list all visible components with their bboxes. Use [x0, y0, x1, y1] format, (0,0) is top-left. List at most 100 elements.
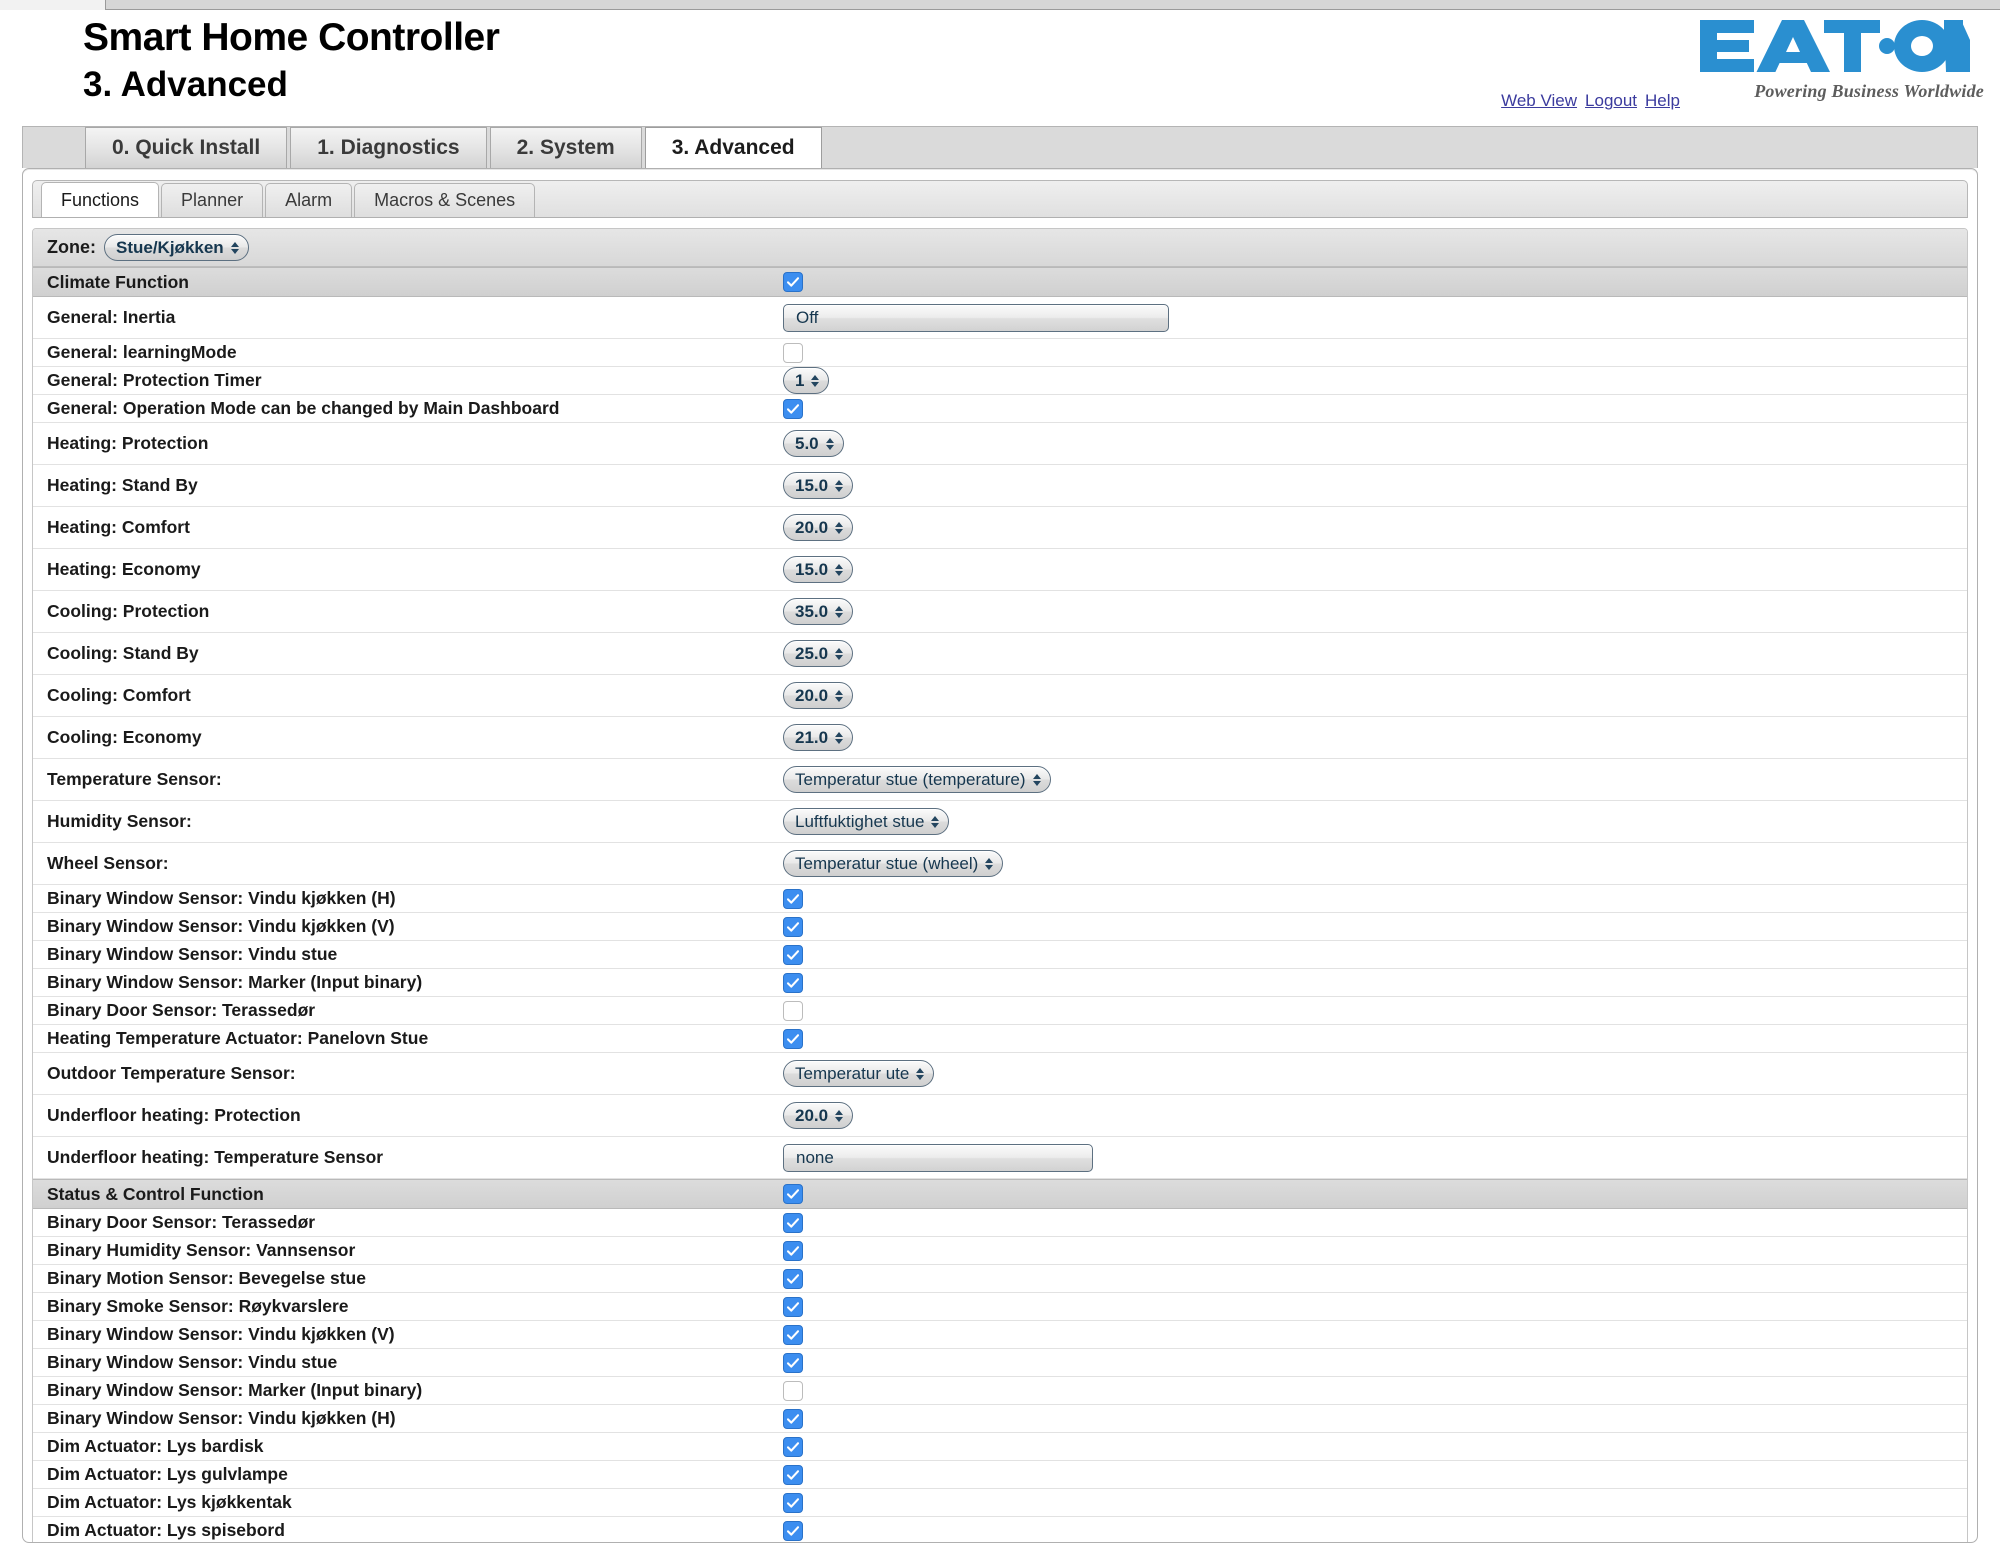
row-select[interactable]: 1	[783, 367, 830, 394]
row-select[interactable]: 20.0	[783, 514, 854, 541]
row-checkbox[interactable]	[783, 1296, 803, 1317]
row-checkbox[interactable]	[783, 1408, 803, 1429]
settings-row-label: Binary Window Sensor: Marker (Input bina…	[47, 1380, 423, 1400]
check-icon	[786, 1217, 800, 1228]
app-title: Smart Home Controller	[83, 16, 500, 59]
settings-row-control	[783, 1296, 1967, 1317]
primary-tab-1[interactable]: 1. Diagnostics	[290, 127, 487, 168]
chevron-updown-icon	[835, 605, 844, 618]
settings-row-control	[783, 1240, 1967, 1261]
row-select-value: 15.0	[795, 475, 829, 495]
row-checkbox[interactable]	[783, 1436, 803, 1457]
row-wide-select[interactable]: none	[783, 1143, 1093, 1172]
row-select[interactable]: 21.0	[783, 724, 854, 751]
row-select[interactable]: Temperatur ute	[783, 1060, 935, 1087]
primary-tab-2[interactable]: 2. System	[489, 127, 642, 168]
settings-row-control	[783, 1380, 1967, 1401]
settings-row-label: Dim Actuator: Lys kjøkkentak	[47, 1492, 292, 1512]
row-wide-select[interactable]: Off	[783, 303, 1169, 332]
settings-row-label: Heating: Protection	[47, 433, 209, 453]
primary-tab-3[interactable]: 3. Advanced	[644, 127, 822, 168]
settings-row-label: Binary Window Sensor: Vindu stue	[47, 1352, 338, 1372]
settings-row-control: Temperatur ute	[783, 1060, 1967, 1087]
sub-tab-label: Macros & Scenes	[374, 190, 516, 210]
settings-row-control	[783, 888, 1967, 909]
row-checkbox[interactable]	[783, 1268, 803, 1289]
row-select[interactable]: 25.0	[783, 640, 854, 667]
settings-row-label: General: learningMode	[47, 342, 237, 362]
browser-tab-stub	[0, 0, 106, 10]
settings-row-label: Wheel Sensor:	[47, 853, 169, 873]
settings-row-control	[783, 1212, 1967, 1233]
settings-row-label: Heating: Economy	[47, 559, 201, 579]
help-link[interactable]: Help	[1645, 91, 1680, 110]
row-checkbox[interactable]	[783, 1520, 803, 1541]
primary-tab-0[interactable]: 0. Quick Install	[85, 127, 288, 168]
settings-row-control: 1	[783, 367, 1967, 394]
settings-row-label: Underfloor heating: Protection	[47, 1105, 301, 1125]
row-checkbox[interactable]	[783, 1492, 803, 1513]
header-links: Web View Logout Help	[1501, 91, 1680, 111]
row-checkbox[interactable]	[783, 1240, 803, 1261]
settings-row-control: 21.0	[783, 724, 1967, 751]
row-select[interactable]: 15.0	[783, 472, 854, 499]
row-select[interactable]: Temperatur stue (temperature)	[783, 766, 1051, 793]
settings-row: Dim Actuator: Lys spisebord	[33, 1517, 1967, 1542]
sub-tab-bar: Functions Planner Alarm Macros & Scenes	[32, 180, 1968, 218]
row-checkbox[interactable]	[783, 888, 803, 909]
sub-tab-1[interactable]: Planner	[161, 183, 264, 217]
chevron-updown-icon	[835, 647, 844, 660]
sub-tab-0[interactable]: Functions	[41, 182, 160, 217]
check-icon	[786, 277, 800, 287]
row-checkbox[interactable]	[783, 398, 803, 419]
row-checkbox[interactable]	[783, 342, 803, 363]
settings-row-control	[783, 972, 1967, 993]
settings-row: Underfloor heating: Protection 20.0	[33, 1095, 1967, 1137]
settings-row-label: General: Inertia	[47, 307, 176, 327]
settings-row-label: Dim Actuator: Lys spisebord	[47, 1520, 285, 1540]
settings-row-label: Cooling: Comfort	[47, 685, 191, 705]
row-checkbox[interactable]	[783, 944, 803, 965]
row-select[interactable]: 35.0	[783, 598, 854, 625]
web-view-link[interactable]: Web View	[1501, 91, 1577, 110]
settings-row-label: Cooling: Stand By	[47, 643, 199, 663]
row-checkbox[interactable]	[783, 1000, 803, 1021]
row-select[interactable]: Luftfuktighet stue	[783, 808, 950, 835]
row-checkbox[interactable]	[783, 1324, 803, 1345]
row-checkbox[interactable]	[783, 916, 803, 937]
settings-row: General: learningMode	[33, 339, 1967, 367]
row-select-value: 20.0	[795, 685, 829, 705]
row-checkbox[interactable]	[783, 972, 803, 993]
settings-row: Binary Door Sensor: Terassedør	[33, 1209, 1967, 1237]
sub-tab-3[interactable]: Macros & Scenes	[354, 183, 536, 217]
row-checkbox[interactable]	[783, 272, 803, 292]
row-checkbox[interactable]	[783, 1028, 803, 1049]
chevron-updown-icon	[825, 437, 834, 450]
settings-row-control	[783, 1520, 1967, 1541]
primary-tab-bar: 0. Quick Install 1. Diagnostics 2. System 3…	[22, 126, 1978, 168]
row-select-value: Temperatur stue (temperature)	[795, 769, 1026, 789]
check-icon	[786, 403, 800, 414]
settings-row: General: Inertia Off	[33, 297, 1967, 339]
row-select-value: 15.0	[795, 559, 829, 579]
sub-tab-2[interactable]: Alarm	[265, 183, 353, 217]
row-checkbox[interactable]	[783, 1464, 803, 1485]
settings-row: Binary Door Sensor: Terassedør	[33, 997, 1967, 1025]
row-select[interactable]: Temperatur stue (wheel)	[783, 850, 1004, 877]
logout-link[interactable]: Logout	[1585, 91, 1637, 110]
row-checkbox[interactable]	[783, 1212, 803, 1233]
settings-row-label: Binary Smoke Sensor: Røykvarslere	[47, 1296, 349, 1316]
row-checkbox[interactable]	[783, 1184, 803, 1204]
settings-row-label: Heating: Comfort	[47, 517, 190, 537]
zone-select[interactable]: Stue/Kjøkken	[104, 234, 249, 261]
row-select[interactable]: 15.0	[783, 556, 854, 583]
row-select[interactable]: 20.0	[783, 682, 854, 709]
settings-row-control: 20.0	[783, 1102, 1967, 1129]
row-checkbox[interactable]	[783, 1380, 803, 1401]
row-checkbox[interactable]	[783, 1352, 803, 1373]
row-select[interactable]: 5.0	[783, 430, 844, 457]
row-select[interactable]: 20.0	[783, 1102, 854, 1129]
settings-row-label: General: Operation Mode can be changed b…	[47, 398, 560, 418]
settings-row-control: Luftfuktighet stue	[783, 808, 1967, 835]
chevron-updown-icon	[230, 241, 239, 254]
